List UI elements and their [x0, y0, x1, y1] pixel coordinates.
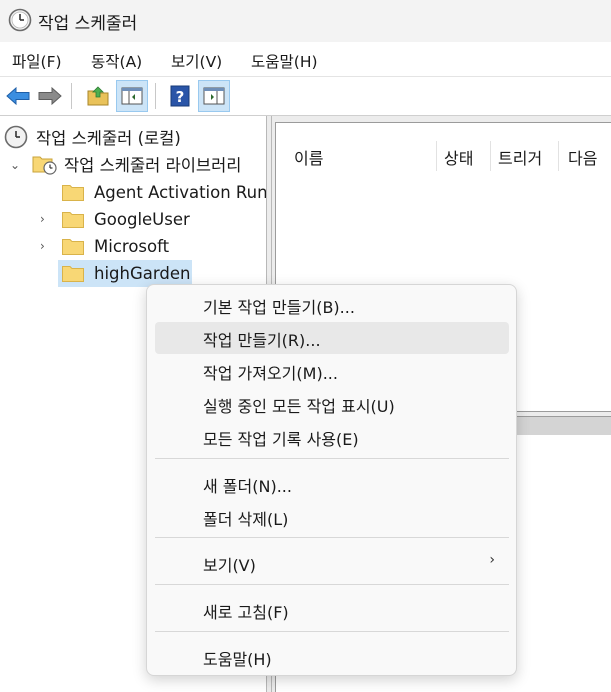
back-icon: [6, 86, 30, 106]
folder-icon: [62, 238, 84, 255]
menu-item-enable-task-history[interactable]: 모든 작업 기록 사용(E): [155, 421, 509, 453]
toolbar: ?: [0, 77, 611, 116]
column-divider[interactable]: [558, 141, 559, 171]
menu-item-label: 실행 중인 모든 작업 표시(U): [203, 397, 395, 416]
menu-item-help[interactable]: 도움말(H): [155, 641, 509, 673]
folder-icon: [62, 184, 84, 201]
menu-item-label: 작업 가져오기(M)...: [203, 364, 338, 383]
column-divider[interactable]: [436, 141, 437, 171]
show-hide-action-pane-button[interactable]: [198, 80, 230, 112]
menu-item-label: 모든 작업 기록 사용(E): [203, 430, 359, 449]
folder-icon: [62, 265, 84, 282]
tree-item-googleuser[interactable]: GoogleUser: [62, 206, 190, 232]
column-divider[interactable]: [490, 141, 491, 171]
menu-item-label: 폴더 삭제(L): [203, 510, 289, 529]
show-hide-action-pane-icon: [203, 87, 225, 105]
tree-item-root[interactable]: 작업 스케줄러 (로컬): [4, 124, 181, 150]
column-header-name[interactable]: 이름: [294, 145, 323, 169]
menu-item-create-basic-task[interactable]: 기본 작업 만들기(B)...: [155, 289, 509, 321]
show-hide-console-tree-icon: [121, 87, 143, 105]
clock-app-icon: [8, 8, 32, 32]
folder-up-icon: [87, 86, 109, 106]
menu-item-new-folder[interactable]: 새 폴더(N)...: [155, 468, 509, 500]
forward-icon: [38, 86, 62, 106]
menu-item-delete-folder[interactable]: 폴더 삭제(L): [155, 501, 509, 533]
menu-file[interactable]: 파일(F): [12, 50, 62, 72]
menu-item-create-task[interactable]: 작업 만들기(R)...: [155, 322, 509, 354]
context-menu: 기본 작업 만들기(B)... 작업 만들기(R)... 작업 가져오기(M).…: [146, 284, 517, 676]
tree-item-label: 작업 스케줄러 (로컬): [36, 129, 181, 148]
help-icon: ?: [170, 85, 190, 107]
tree-item-highgarden[interactable]: highGarden: [62, 260, 190, 286]
chevron-right-icon: ›: [489, 552, 495, 568]
menu-item-label: 기본 작업 만들기(B)...: [203, 298, 355, 317]
folder-icon: [62, 211, 84, 228]
tree-item-label: 작업 스케줄러 라이브러리: [64, 156, 242, 175]
menu-action[interactable]: 동작(A): [91, 50, 142, 72]
chevron-right-icon[interactable]: ›: [40, 239, 45, 253]
chevron-down-icon[interactable]: ⌄: [10, 158, 20, 172]
menu-item-display-running-tasks[interactable]: 실행 중인 모든 작업 표시(U): [155, 388, 509, 420]
menu-item-view[interactable]: 보기(V) ›: [155, 547, 509, 579]
chevron-right-icon[interactable]: ›: [40, 212, 45, 226]
title-bar: 작업 스케줄러: [0, 0, 611, 42]
toolbar-separator: [155, 83, 156, 109]
menu-help[interactable]: 도움말(H): [251, 50, 318, 72]
window-title: 작업 스케줄러: [38, 14, 138, 34]
menu-separator: [155, 537, 509, 538]
tree-item-label: GoogleUser: [94, 209, 190, 229]
tree-item-agent-activation[interactable]: Agent Activation Runt: [62, 179, 266, 205]
tree-item-label: Agent Activation Runt: [94, 182, 266, 202]
menu-item-label: 작업 만들기(R)...: [203, 331, 321, 350]
toolbar-separator: [71, 83, 72, 109]
back-button[interactable]: [2, 80, 34, 112]
menu-view[interactable]: 보기(V): [171, 50, 222, 72]
menu-item-label: 새로 고침(F): [203, 603, 289, 622]
scheduled-folder-icon: [32, 156, 57, 175]
column-header-status[interactable]: 상태: [444, 145, 473, 169]
column-header-trigger[interactable]: 트리거: [498, 145, 542, 169]
folder-up-button[interactable]: [82, 80, 114, 112]
forward-button[interactable]: [34, 80, 66, 112]
menu-item-refresh[interactable]: 새로 고침(F): [155, 594, 509, 626]
svg-text:?: ?: [176, 88, 185, 106]
menu-item-label: 보기(V): [203, 556, 256, 575]
show-hide-console-tree-button[interactable]: [116, 80, 148, 112]
menu-bar: 파일(F) 동작(A) 보기(V) 도움말(H): [0, 42, 611, 77]
menu-separator: [155, 584, 509, 585]
tree-item-microsoft[interactable]: Microsoft: [62, 233, 169, 259]
column-header-next[interactable]: 다음: [568, 145, 597, 169]
tree-item-label: Microsoft: [94, 236, 170, 256]
tree-item-library[interactable]: 작업 스케줄러 라이브러리: [32, 151, 241, 177]
clock-icon: [4, 125, 28, 149]
menu-item-label: 새 폴더(N)...: [203, 477, 292, 496]
menu-separator: [155, 458, 509, 459]
help-button[interactable]: ?: [164, 80, 196, 112]
tree-item-label: highGarden: [94, 263, 191, 283]
menu-item-import-task[interactable]: 작업 가져오기(M)...: [155, 355, 509, 387]
menu-item-label: 도움말(H): [203, 650, 272, 669]
menu-separator: [155, 631, 509, 632]
